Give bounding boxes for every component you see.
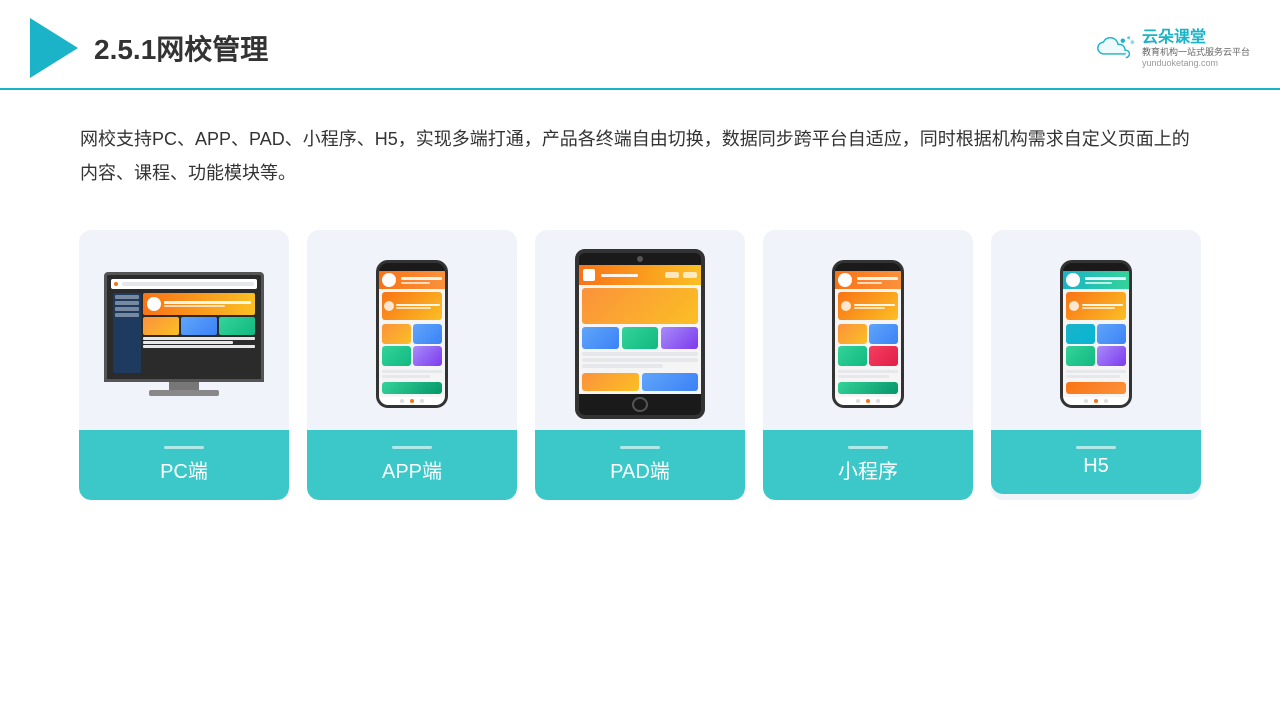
tablet-body [575,249,705,419]
brand-slogan: 教育机构一站式服务云平台 [1142,47,1250,58]
card-pad: PAD端 [535,230,745,500]
page-title: 2.5.1网校管理 [94,28,268,68]
logo-triangle-icon [30,18,78,78]
cloud-icon [1092,33,1136,63]
phone-screen-mini [835,271,901,405]
phone-notch-h5 [1083,265,1109,271]
card-pad-image [535,230,745,430]
header-left: 2.5.1网校管理 [30,18,268,78]
phone-body-mini [832,260,904,408]
platform-cards: PC端 [0,210,1280,520]
tablet-home-btn [632,397,648,412]
card-h5-image [991,230,1201,430]
phone-body-app [376,260,448,408]
phone-notch-app [399,265,425,271]
card-miniprogram-label: 小程序 [763,430,973,500]
brand-domain: yunduoketang.com [1142,58,1218,68]
card-pad-label: PAD端 [535,430,745,500]
card-pc-image [79,230,289,430]
phone-device-mock-app [376,260,448,408]
pc-base [149,390,219,396]
pc-screen [104,272,264,382]
brand-text: 云朵课堂 教育机构一站式服务云平台 yunduoketang.com [1142,28,1250,68]
description-text: 网校支持PC、APP、PAD、小程序、H5，实现多端打通，产品各终端自由切换，数… [0,90,1280,210]
header: 2.5.1网校管理 云朵课堂 教育机构一站式服务云平台 yunduoketang… [0,0,1280,90]
pc-device-mock [104,272,264,396]
brand-name: 云朵课堂 [1142,28,1206,47]
tablet-camera [637,256,643,262]
card-pc: PC端 [79,230,289,500]
phone-screen-app [379,271,445,405]
brand-logo: 云朵课堂 教育机构一站式服务云平台 yunduoketang.com [1092,28,1250,68]
tablet-screen [579,265,701,394]
card-app: APP端 [307,230,517,500]
phone-notch-mini [855,265,881,271]
pc-stand [169,382,199,390]
phone-screen-h5 [1063,271,1129,405]
card-app-image [307,230,517,430]
card-pc-label: PC端 [79,430,289,500]
phone-device-mock-h5 [1060,260,1132,408]
phone-device-mock-mini [832,260,904,408]
card-h5: H5 [991,230,1201,500]
phone-body-h5 [1060,260,1132,408]
card-miniprogram: 小程序 [763,230,973,500]
tablet-device-mock [575,249,705,419]
card-miniprogram-image [763,230,973,430]
card-app-label: APP端 [307,430,517,500]
header-right: 云朵课堂 教育机构一站式服务云平台 yunduoketang.com [1092,28,1250,68]
card-h5-label: H5 [991,430,1201,494]
